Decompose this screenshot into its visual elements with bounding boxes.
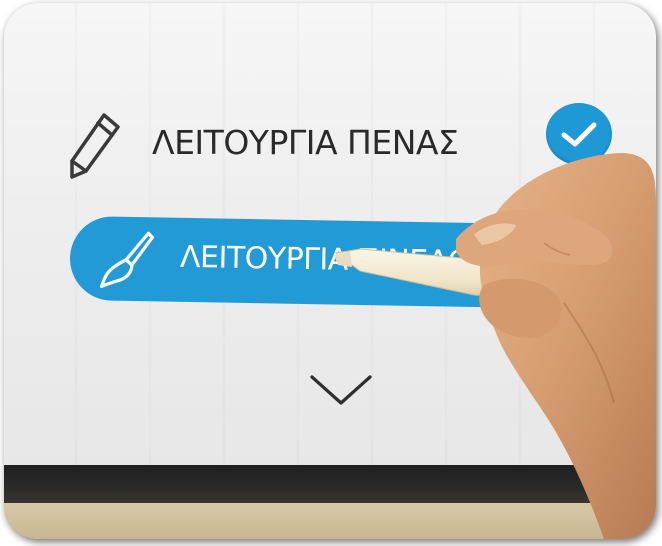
table-surface	[4, 503, 656, 539]
brush-mode-label: ΛΕΙΤΟΥΡΓΙΑ ΠΙΝΕΛΟΥ	[179, 239, 489, 281]
pen-mode-option[interactable]: ΛΕΙΤΟΥΡΓΙΑ ΠΕΝΑΣ	[64, 103, 624, 183]
chevron-down-icon[interactable]	[308, 371, 374, 411]
tablet-screen: ΛΕΙΤΟΥΡΓΙΑ ΠΕΝΑΣ ΛΕΙΤΟΥΡΓΙΑ ΠΙΝΕΛΟΥ	[4, 3, 656, 469]
pen-icon	[70, 113, 120, 179]
check-icon	[546, 103, 612, 165]
pen-mode-label: ΛΕΙΤΟΥΡΓΙΑ ΠΕΝΑΣ	[152, 123, 459, 162]
tablet-bezel	[4, 465, 656, 505]
brush-icon	[99, 231, 155, 289]
brush-mode-option[interactable]: ΛΕΙΤΟΥΡΓΙΑ ΠΙΝΕΛΟΥ	[69, 215, 541, 309]
photo-frame: ΛΕΙΤΟΥΡΓΙΑ ΠΕΝΑΣ ΛΕΙΤΟΥΡΓΙΑ ΠΙΝΕΛΟΥ	[4, 3, 656, 539]
